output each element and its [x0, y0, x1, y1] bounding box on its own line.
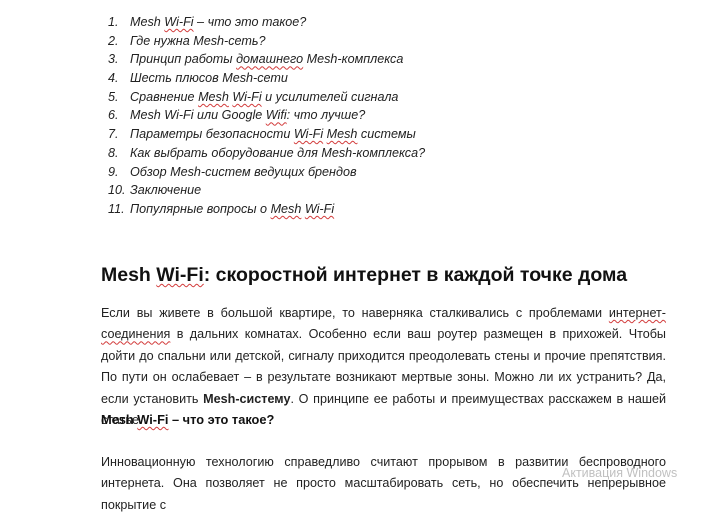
spellcheck-word: Wi-Fi — [137, 412, 169, 427]
toc-item[interactable]: 1. Mesh Wi-Fi – что это такое? — [108, 13, 425, 32]
toc-item-number: 2. — [108, 33, 119, 48]
text-run: Как выбрать оборудование для Mesh-компле… — [130, 145, 426, 160]
spellcheck-word: Wi-Fi — [304, 201, 335, 216]
toc-item-number: 9. — [108, 164, 119, 179]
spellcheck-word: Wi-Fi — [232, 89, 262, 104]
spellcheck-word: Wi-Fi — [164, 15, 194, 29]
text-run: Заключение — [130, 183, 202, 198]
spellcheck-word: Mesh — [198, 89, 229, 104]
bold-term: Mesh-систему — [203, 391, 291, 406]
toc-item[interactable]: 7. Параметры безопасности Wi-Fi Mesh сист… — [108, 125, 425, 144]
spellcheck-word: домашнего — [236, 52, 304, 67]
text-run: – что это такое? — [193, 15, 307, 29]
toc-item[interactable]: 11. Популярные вопросы о Mesh Wi-Fi — [108, 200, 425, 219]
toc-item-number: 6. — [108, 108, 119, 123]
toc-item-number: 5. — [108, 89, 119, 104]
toc-item-number: 11. — [108, 201, 125, 216]
spellcheck-word: Mesh — [326, 127, 358, 142]
section-subheading: Mesh Wi-Fi – что это такое? — [101, 412, 274, 427]
spellcheck-word: Wi-Fi — [156, 264, 204, 286]
spellcheck-word: Wi-Fi — [293, 127, 324, 142]
text-run: Популярные вопросы о — [130, 201, 271, 216]
text-run: Mesh-комплекса — [303, 52, 404, 67]
spellcheck-word: Wifi — [265, 108, 287, 123]
toc-item-number: 7. — [108, 127, 119, 142]
text-run: Mesh — [101, 264, 151, 286]
text-run: : что лучше? — [286, 108, 366, 123]
toc-item[interactable]: 4. Шесть плюсов Mesh-сети — [108, 69, 425, 88]
toc-item-number: 4. — [108, 71, 119, 86]
text-run: Где нужна Mesh-сеть? — [130, 33, 266, 48]
text-run: Принцип работы — [130, 52, 237, 67]
text-run: и усилителей сигнала — [261, 89, 399, 104]
text-run: Шесть плюсов Mesh-сети — [130, 71, 288, 86]
text-run: системы — [357, 127, 416, 142]
text-run: Mesh Wi-Fi или Google — [130, 108, 266, 123]
activation-watermark: Активация Windows — [562, 466, 678, 480]
toc-item-number: 10. — [108, 183, 126, 198]
toc-item-number: 8. — [108, 145, 119, 160]
toc-item[interactable]: 2. Где нужна Mesh-сеть? — [108, 32, 425, 51]
body-paragraph: Инновационную технологию справедливо счи… — [101, 452, 666, 516]
table-of-contents: 1. Mesh Wi-Fi – что это такое? 2. Где нужна… — [108, 13, 425, 219]
document-page: 1. Mesh Wi-Fi – что это такое? 2. Где нужна… — [0, 0, 720, 512]
text-run: : скоростной интернет в каждой точке дом… — [203, 264, 628, 286]
toc-item[interactable]: 3. Принцип работы домашнего Mesh-комплекс… — [108, 50, 425, 69]
spellcheck-word: Mesh — [270, 201, 302, 216]
text-run: – что это такое? — [168, 412, 275, 427]
toc-item-number: 1. — [108, 15, 119, 29]
text-run: Сравнение — [130, 89, 199, 104]
toc-item[interactable]: 8. Как выбрать оборудование для Mesh-комп… — [108, 144, 425, 163]
text-run: Mesh — [101, 412, 134, 427]
text-run: Параметры безопасности — [130, 127, 294, 142]
article-heading: Mesh Wi-Fi: скоростной интернет в каждой… — [101, 264, 627, 287]
toc-item[interactable]: 5. Сравнение Mesh Wi-Fi и усилителей сигн… — [108, 88, 425, 107]
toc-item[interactable]: 9. Обзор Mesh-систем ведущих брендов — [108, 163, 425, 182]
toc-item-number: 3. — [108, 52, 119, 67]
toc-item[interactable]: 6. Mesh Wi-Fi или Google Wifi: что лучше? — [108, 106, 425, 125]
text-run: Обзор Mesh-систем ведущих брендов — [130, 164, 357, 179]
text-run: Если вы живете в большой квартире, то на… — [101, 306, 609, 320]
toc-item[interactable]: 10. Заключение — [108, 181, 425, 200]
text-run: Инновационную технологию справедливо счи… — [101, 455, 666, 512]
text-run: Mesh — [130, 15, 161, 29]
